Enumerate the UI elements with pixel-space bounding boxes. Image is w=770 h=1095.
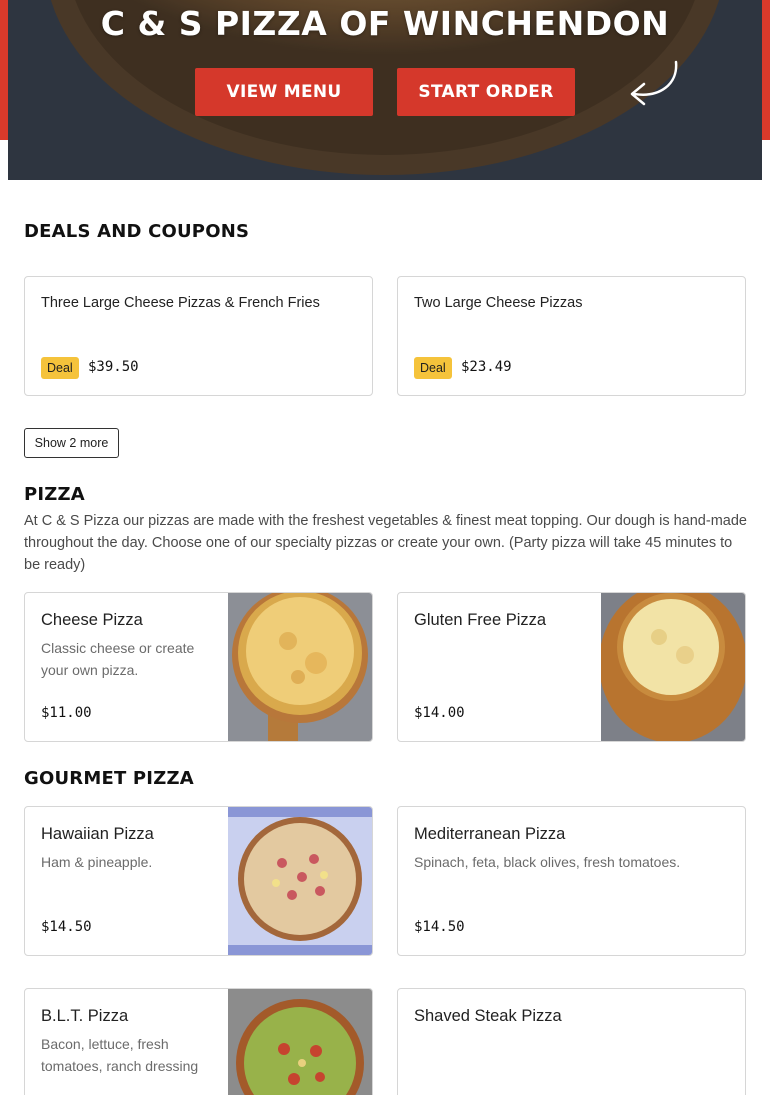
deal-title: Two Large Cheese Pizzas	[414, 295, 583, 311]
view-menu-button[interactable]: VIEW MENU	[195, 68, 373, 116]
deal-title: Three Large Cheese Pizzas & French Fries	[41, 295, 320, 311]
item-name: Shaved Steak Pizza	[414, 1007, 562, 1025]
pizza-heading: PIZZA	[24, 484, 85, 505]
item-price: $14.50	[414, 919, 465, 935]
item-price: $14.00	[414, 705, 465, 721]
menu-item-card[interactable]: Hawaiian Pizza Ham & pineapple. $14.50	[24, 806, 373, 956]
item-description: Ham & pineapple.	[41, 854, 153, 870]
menu-item-card[interactable]: Shaved Steak Pizza	[397, 988, 746, 1095]
deal-badge: Deal	[414, 357, 452, 379]
pizza-description: At C & S Pizza our pizzas are made with …	[24, 513, 747, 573]
show-more-deals-button[interactable]: Show 2 more	[24, 428, 119, 458]
menu-item-card[interactable]: Gluten Free Pizza $14.00	[397, 592, 746, 742]
curved-arrow-icon	[630, 60, 678, 106]
item-price: $14.50	[41, 919, 92, 935]
deal-card[interactable]: Three Large Cheese Pizzas & French Fries…	[24, 276, 373, 396]
cheese-pizza-image	[228, 593, 372, 741]
menu-item-card[interactable]: Cheese Pizza Classic cheese or create yo…	[24, 592, 373, 742]
deal-badge: Deal	[41, 357, 79, 379]
item-name: Hawaiian Pizza	[41, 825, 154, 843]
menu-item-card[interactable]: B.L.T. Pizza Bacon, lettuce, fresh tomat…	[24, 988, 373, 1095]
gourmet-pizza-heading: GOURMET PIZZA	[24, 768, 194, 789]
item-description: Bacon, lettuce, fresh tomatoes, ranch dr…	[41, 1036, 199, 1074]
deals-heading: DEALS AND COUPONS	[24, 221, 250, 242]
deal-price: $23.49	[461, 359, 512, 375]
item-name: Gluten Free Pizza	[414, 611, 547, 629]
gluten-free-pizza-image	[601, 593, 745, 741]
hawaiian-pizza-image	[228, 807, 372, 955]
item-name: Mediterranean Pizza	[414, 825, 566, 843]
item-name: B.L.T. Pizza	[41, 1007, 129, 1025]
blt-pizza-image	[228, 989, 372, 1095]
hero-accent-right	[762, 0, 770, 140]
restaurant-title: C & S PIZZA OF WINCHENDON	[100, 4, 670, 43]
deal-card[interactable]: Two Large Cheese Pizzas Deal $23.49	[397, 276, 746, 396]
item-description: Classic cheese or create your own pizza.	[41, 640, 195, 678]
item-name: Cheese Pizza	[41, 611, 143, 629]
item-price: $11.00	[41, 705, 92, 721]
item-description: Spinach, feta, black olives, fresh tomat…	[414, 854, 681, 870]
menu-item-card[interactable]: Mediterranean Pizza Spinach, feta, black…	[397, 806, 746, 956]
hero-banner: C & S PIZZA OF WINCHENDON VIEW MENU STAR…	[8, 0, 762, 180]
hero-accent-left	[0, 0, 8, 140]
start-order-button[interactable]: START ORDER	[397, 68, 575, 116]
deal-price: $39.50	[88, 359, 139, 375]
